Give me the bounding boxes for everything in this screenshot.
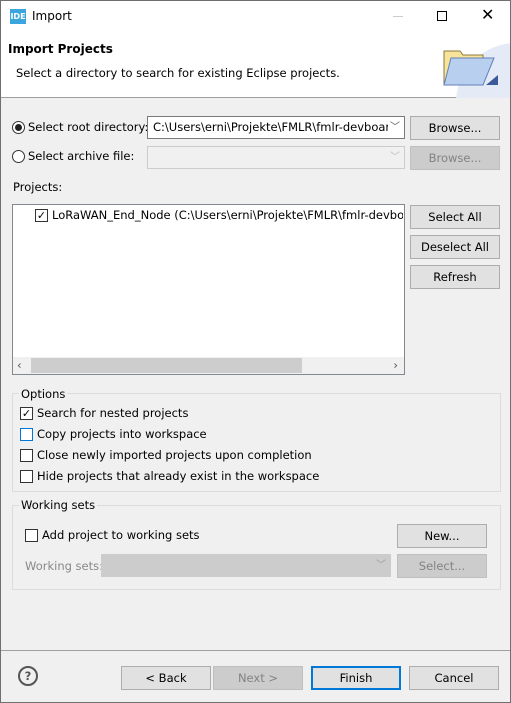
project-checkbox[interactable]: ✓ <box>35 209 48 222</box>
next-button: Next > <box>213 666 303 690</box>
projects-list[interactable]: ✓ LoRaWAN_End_Node (C:\Users\erni\Projek… <box>12 204 405 375</box>
add-working-sets-checkbox[interactable] <box>25 529 38 542</box>
title-bar: IDE Import ✕ <box>1 1 510 33</box>
working-sets-combo: ﹀ <box>101 554 391 577</box>
archive-file-radio[interactable] <box>12 150 25 163</box>
scroll-left-icon[interactable]: ‹ <box>17 358 22 372</box>
refresh-button[interactable]: Refresh <box>410 265 500 289</box>
root-directory-value: C:\Users\erni\Projekte\FMLR\fmlr-devboar… <box>153 120 397 134</box>
footer-separator <box>1 650 510 651</box>
deselect-all-button[interactable]: Deselect All <box>410 235 500 259</box>
projects-label: Projects: <box>13 180 63 194</box>
chevron-down-icon: ﹀ <box>388 117 400 138</box>
browse-archive-button: Browse... <box>410 146 500 170</box>
root-directory-combo[interactable]: C:\Users\erni\Projekte\FMLR\fmlr-devboar… <box>147 116 405 139</box>
help-icon[interactable]: ? <box>18 666 38 686</box>
copy-projects-checkbox[interactable] <box>20 428 33 441</box>
copy-projects-label: Copy projects into workspace <box>37 427 207 441</box>
minimize-icon[interactable] <box>393 16 403 17</box>
scroll-right-icon[interactable]: › <box>393 358 398 372</box>
archive-file-label: Select archive file: <box>28 149 135 163</box>
working-sets-label: Working sets <box>19 498 98 512</box>
nested-projects-label: Search for nested projects <box>37 406 189 420</box>
finish-button[interactable]: Finish <box>311 666 401 690</box>
maximize-icon[interactable] <box>437 11 447 21</box>
project-item-label[interactable]: LoRaWAN_End_Node (C:\Users\erni\Projekte… <box>52 208 403 222</box>
add-working-sets-label: Add project to working sets <box>42 528 200 542</box>
page-title: Import Projects <box>8 42 113 56</box>
options-label: Options <box>19 387 68 401</box>
chevron-down-icon: ﹀ <box>376 560 386 571</box>
select-all-button[interactable]: Select All <box>410 205 500 229</box>
browse-directory-button[interactable]: Browse... <box>410 116 500 140</box>
hide-projects-checkbox[interactable] <box>20 470 33 483</box>
new-working-set-button[interactable]: New... <box>397 524 487 548</box>
nested-projects-checkbox[interactable]: ✓ <box>20 407 33 420</box>
hide-projects-label: Hide projects that already exist in the … <box>37 469 320 483</box>
close-projects-label: Close newly imported projects upon compl… <box>37 448 312 462</box>
root-directory-radio[interactable] <box>12 121 25 134</box>
chevron-down-icon: ﹀ <box>390 152 400 163</box>
working-sets-field-label: Working sets: <box>25 559 104 573</box>
close-icon[interactable]: ✕ <box>481 5 494 24</box>
app-icon: IDE <box>10 9 26 24</box>
select-working-sets-button: Select... <box>397 554 487 578</box>
window-title: Import <box>32 9 72 23</box>
cancel-button[interactable]: Cancel <box>409 666 499 690</box>
page-subtitle: Select a directory to search for existin… <box>16 66 340 80</box>
close-projects-checkbox[interactable] <box>20 449 33 462</box>
archive-file-combo: ﹀ <box>147 146 405 169</box>
back-button[interactable]: < Back <box>121 666 211 690</box>
scrollbar-thumb[interactable] <box>31 358 302 373</box>
root-directory-label: Select root directory: <box>28 120 149 134</box>
horizontal-scrollbar[interactable]: ‹ › <box>13 357 404 374</box>
folder-open-icon <box>443 43 510 98</box>
wizard-header: Import Projects Select a directory to se… <box>1 33 510 98</box>
